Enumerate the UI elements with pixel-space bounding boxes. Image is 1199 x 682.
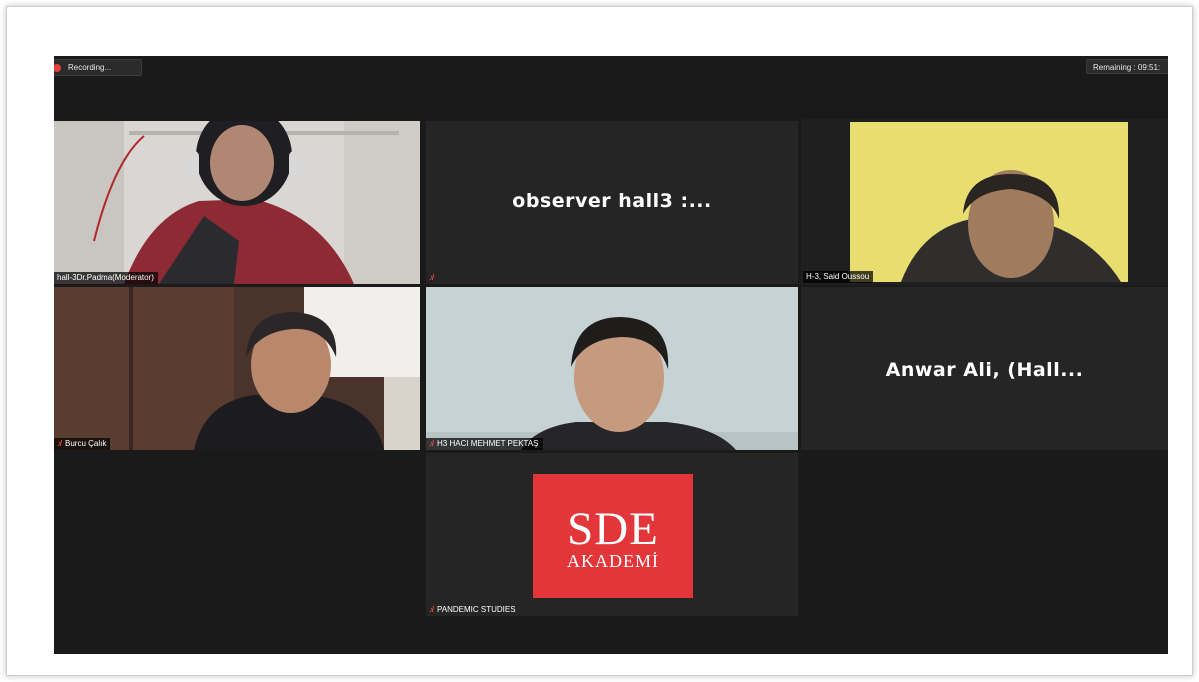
participant-video bbox=[54, 287, 420, 450]
participant-name-label: ♪̸ bbox=[426, 272, 441, 284]
sde-akademi-logo: SDE AKADEMİ bbox=[533, 474, 693, 598]
screenshot-frame: Recording... Remaining : 09:51: hall-3Dr… bbox=[6, 6, 1193, 676]
remaining-time-indicator: Remaining : 09:51: bbox=[1086, 59, 1168, 74]
participant-display-name: Anwar Ali, (Hall... bbox=[885, 358, 1084, 381]
video-tile-padma[interactable]: hall-3Dr.Padma(Moderator) bbox=[54, 121, 420, 284]
participant-name-label: ♪̸ Burcu Çalık bbox=[54, 438, 111, 450]
mic-muted-icon: ♪̸ bbox=[57, 439, 61, 448]
participant-name: Burcu Çalık bbox=[65, 439, 107, 448]
video-tile-pandemic-studies[interactable]: SDE AKADEMİ ♪̸ PANDEMIC STUDIES bbox=[426, 453, 798, 616]
participant-name: H3 HACI MEHMET PEKTAŞ bbox=[437, 439, 539, 448]
mic-muted-icon: ♪̸ bbox=[429, 605, 433, 614]
recording-dot-icon bbox=[54, 63, 61, 72]
mic-muted-icon: ♪̸ bbox=[429, 439, 433, 448]
mic-muted-icon: ♪̸ bbox=[429, 273, 433, 282]
zoom-meeting-window: Recording... Remaining : 09:51: hall-3Dr… bbox=[54, 56, 1168, 654]
participant-display-name: observer hall3 :... bbox=[512, 189, 712, 212]
participant-name: hall-3Dr.Padma(Moderator) bbox=[57, 273, 154, 282]
recording-indicator[interactable]: Recording... bbox=[54, 59, 142, 76]
video-tile-haci-mehmet-pektas[interactable]: ♪̸ H3 HACI MEHMET PEKTAŞ bbox=[426, 287, 798, 450]
video-tile-said-oussou[interactable]: H-3, Said Oussou bbox=[801, 119, 1168, 285]
participant-video bbox=[801, 119, 1168, 285]
logo-subtitle: AKADEMİ bbox=[567, 551, 659, 571]
participant-name: H-3, Said Oussou bbox=[806, 272, 870, 281]
participant-name-label: ♪̸ H3 HACI MEHMET PEKTAŞ bbox=[426, 438, 543, 450]
participant-video bbox=[426, 287, 798, 450]
video-tile-burcu-calik[interactable]: ♪̸ Burcu Çalık bbox=[54, 287, 420, 450]
participant-name-label: hall-3Dr.Padma(Moderator) bbox=[54, 272, 158, 284]
participant-name-label: ♪̸ PANDEMIC STUDIES bbox=[426, 604, 520, 616]
meeting-top-bar: Recording... Remaining : 09:51: bbox=[54, 56, 1168, 78]
participant-name: PANDEMIC STUDIES bbox=[437, 605, 516, 614]
video-tile-anwar-ali[interactable]: Anwar Ali, (Hall... bbox=[801, 287, 1168, 450]
recording-label: Recording... bbox=[68, 63, 112, 72]
logo-title: SDE bbox=[567, 503, 659, 555]
video-tile-observer[interactable]: observer hall3 :... ♪̸ bbox=[426, 121, 798, 284]
participant-name-label: H-3, Said Oussou bbox=[803, 271, 874, 283]
participant-video bbox=[54, 121, 420, 284]
